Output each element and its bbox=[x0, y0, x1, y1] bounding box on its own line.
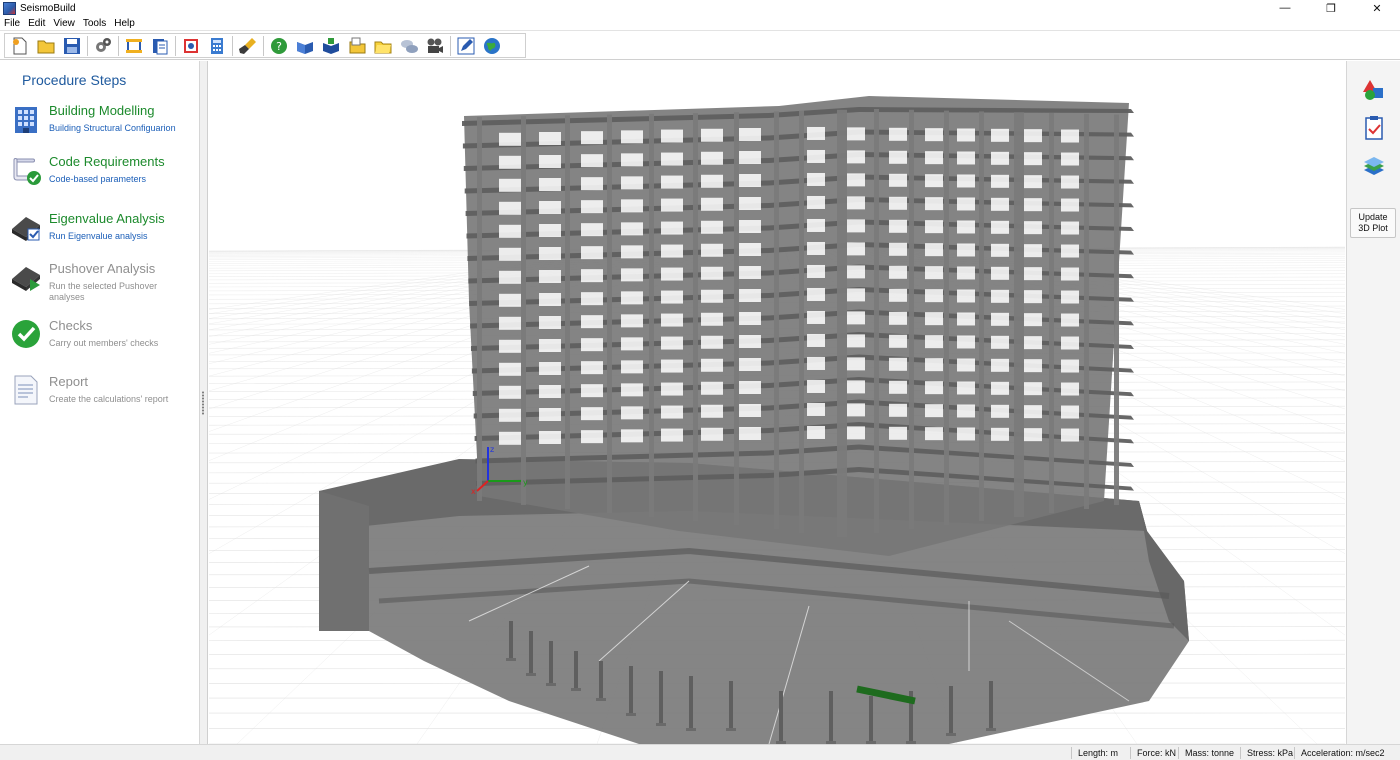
status-length: Length: m bbox=[1071, 747, 1124, 759]
toolbar-separator bbox=[263, 35, 264, 56]
step-desc: Code-based parameters bbox=[49, 174, 147, 184]
step-desc: Building Structural Configuarion bbox=[49, 123, 176, 133]
toolbar-separator bbox=[87, 35, 88, 56]
minimize-button[interactable]: — bbox=[1262, 0, 1308, 16]
toolbar-separator bbox=[175, 35, 176, 56]
status-acceleration: Acceleration: m/sec2 bbox=[1294, 747, 1391, 759]
report-document-icon bbox=[14, 375, 38, 405]
status-mass: Mass: tonne bbox=[1178, 747, 1240, 759]
web-globe-icon[interactable] bbox=[481, 35, 503, 57]
step-name: Pushover Analysis bbox=[49, 261, 156, 276]
close-button[interactable]: ✕ bbox=[1354, 0, 1400, 16]
procedure-panel: Procedure Steps Building Modelling Build… bbox=[0, 61, 200, 744]
settings-gears-icon[interactable] bbox=[92, 35, 114, 57]
title-bar: SeismoBuild — ❐ ✕ bbox=[0, 0, 1400, 16]
open-folder-icon[interactable] bbox=[35, 35, 57, 57]
view-tools-panel: Update 3D Plot bbox=[1346, 61, 1400, 744]
calculation-sheet-icon[interactable] bbox=[149, 35, 171, 57]
checklist-icon[interactable] bbox=[1361, 115, 1387, 141]
help-icon[interactable]: ? bbox=[268, 35, 290, 57]
calculator-icon[interactable] bbox=[206, 35, 228, 57]
step-desc: Run the selected Pushover analyses bbox=[49, 281, 158, 302]
toolbar-separator bbox=[450, 35, 451, 56]
menu-edit[interactable]: Edit bbox=[24, 18, 49, 29]
code-scroll-check-icon bbox=[13, 158, 41, 185]
folder-icon[interactable] bbox=[372, 35, 394, 57]
restore-button[interactable]: ❐ bbox=[1308, 0, 1354, 16]
building-3d-model[interactable]: z y x bbox=[209, 61, 1345, 744]
structure-view-icon[interactable] bbox=[180, 35, 202, 57]
pushover-play-icon bbox=[12, 267, 40, 291]
manual-book-icon[interactable] bbox=[294, 35, 316, 57]
step-desc: Run Eigenvalue analysis bbox=[49, 231, 148, 241]
shapes-icon[interactable] bbox=[1361, 77, 1387, 103]
axis-z-label: z bbox=[490, 445, 494, 454]
menu-file[interactable]: File bbox=[0, 18, 24, 29]
update-label: Update bbox=[1358, 212, 1388, 222]
update-3d-plot-button[interactable]: Update 3D Plot bbox=[1350, 208, 1396, 238]
step-name: Building Modelling bbox=[49, 103, 155, 118]
layers-icon[interactable] bbox=[1361, 154, 1387, 180]
checkmark-circle-icon bbox=[12, 320, 40, 348]
video-camera-icon[interactable] bbox=[424, 35, 446, 57]
app-logo-icon bbox=[3, 1, 16, 15]
brush-icon[interactable] bbox=[237, 35, 259, 57]
toolbar: ? bbox=[0, 30, 1400, 60]
menu-help[interactable]: Help bbox=[110, 18, 139, 29]
status-stress: Stress: kPa bbox=[1240, 747, 1299, 759]
save-icon[interactable] bbox=[61, 35, 83, 57]
examples-folder-icon[interactable] bbox=[346, 35, 368, 57]
step-desc: Carry out members' checks bbox=[49, 338, 159, 348]
step-desc: Create the calculations' report bbox=[49, 394, 169, 404]
toolbar-separator bbox=[232, 35, 233, 56]
tower-structure bbox=[462, 96, 1135, 556]
tutorial-book-icon[interactable] bbox=[320, 35, 342, 57]
eigenvalue-check-icon bbox=[12, 217, 40, 241]
svg-text:?: ? bbox=[276, 40, 282, 53]
panel-splitter[interactable] bbox=[200, 61, 208, 744]
splitter-grip[interactable] bbox=[202, 391, 204, 415]
step-name: Code Requirements bbox=[49, 154, 165, 169]
feedback-bubbles-icon[interactable] bbox=[398, 35, 420, 57]
status-force: Force: kN bbox=[1130, 747, 1182, 759]
step-name: Checks bbox=[49, 318, 93, 333]
edit-pen-icon[interactable] bbox=[455, 35, 477, 57]
menu-bar: File Edit View Tools Help bbox=[0, 16, 1400, 30]
axis-y-label: y bbox=[523, 478, 528, 487]
status-bar: Length: m Force: kN Mass: tonne Stress: … bbox=[0, 744, 1400, 760]
update-label-2: 3D Plot bbox=[1358, 223, 1388, 233]
panel-title: Procedure Steps bbox=[22, 72, 127, 88]
3d-viewport[interactable]: z y x bbox=[209, 61, 1345, 744]
menu-view[interactable]: View bbox=[49, 18, 79, 29]
new-file-icon[interactable] bbox=[9, 35, 31, 57]
menu-tools[interactable]: Tools bbox=[79, 18, 110, 29]
building-icon bbox=[15, 107, 37, 133]
building-frame-icon[interactable] bbox=[123, 35, 145, 57]
step-name: Eigenvalue Analysis bbox=[49, 211, 165, 226]
toolbar-separator bbox=[118, 35, 119, 56]
axis-x-label: x bbox=[471, 487, 476, 496]
step-name: Report bbox=[49, 374, 89, 389]
window-title: SeismoBuild bbox=[20, 2, 76, 14]
